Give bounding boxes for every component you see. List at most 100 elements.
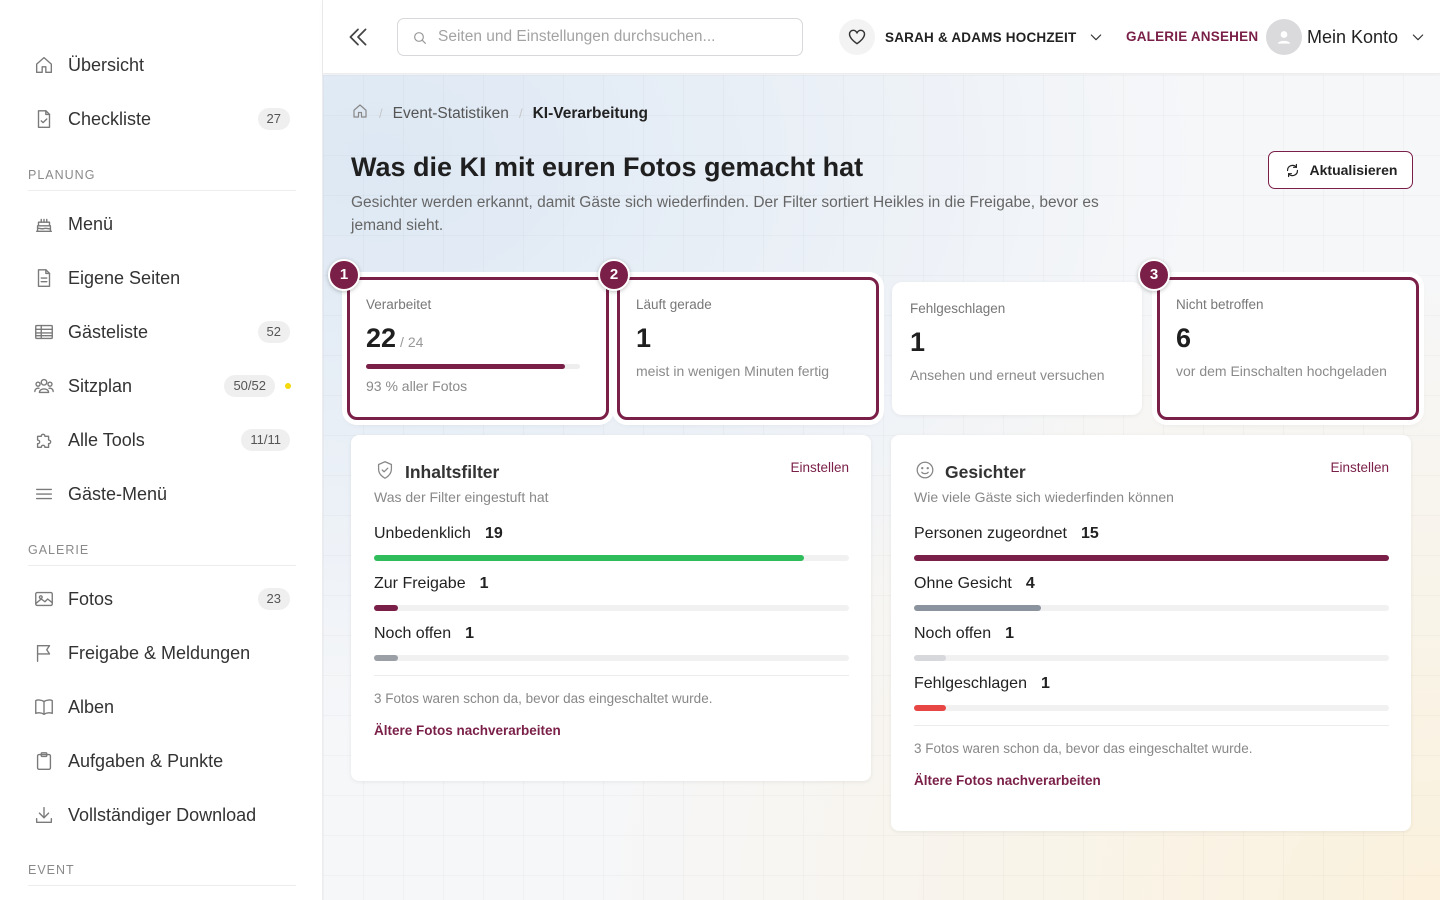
sidebar-item-freigabe-meldungen[interactable]: Freigabe & Meldungen xyxy=(0,633,322,673)
divider xyxy=(914,725,1389,726)
stat-label: Verarbeitet xyxy=(366,297,432,312)
panel-faces: Gesichter Wie viele Gäste sich wiederfind… xyxy=(891,435,1411,831)
panel-note: 3 Fotos waren schon da, bevor das einges… xyxy=(914,741,1253,756)
divider xyxy=(28,190,296,191)
breakdown-row: Noch offen 1 xyxy=(914,625,1389,661)
row-label: Zur Freigabe xyxy=(374,575,466,592)
collapse-sidebar-button[interactable] xyxy=(345,24,371,50)
sidebar-item-vollstandiger-download[interactable]: Vollständiger Download xyxy=(0,795,322,835)
menu-lines-icon xyxy=(33,483,55,505)
sidebar-item-gasteliste[interactable]: Gästeliste 52 xyxy=(0,312,322,352)
stat-card-verarbeitet: Verarbeitet 22/ 24 93 % aller Fotos xyxy=(347,277,609,420)
sidebar-item-label: Menü xyxy=(68,214,114,234)
search-input[interactable] xyxy=(438,27,788,47)
table-icon xyxy=(33,321,55,343)
chevron-down-icon xyxy=(1091,34,1102,41)
image-icon xyxy=(33,588,55,610)
event-switcher[interactable]: SARAH & ADAMS HOCHZEIT xyxy=(839,18,1104,56)
sidebar-item-eigene-seiten[interactable]: Eigene Seiten xyxy=(0,258,322,298)
sidebar-item-fotos[interactable]: Fotos 23 xyxy=(0,579,322,619)
row-bar-fill xyxy=(914,605,1041,611)
progress-bar xyxy=(366,364,580,369)
panel-subtitle: Was der Filter eingestuft hat xyxy=(374,489,549,505)
count-badge: 52 xyxy=(257,321,290,343)
sidebar-item-ubersicht[interactable]: Übersicht xyxy=(0,45,322,85)
row-label: Noch offen xyxy=(914,625,992,642)
sidebar-item-sitzplan[interactable]: Sitzplan 50/52 xyxy=(0,366,322,406)
sidebar-item-alle-tools[interactable]: Alle Tools 11/11 xyxy=(0,420,322,460)
stat-hint: Ansehen und erneut versuchen xyxy=(910,367,1105,383)
view-gallery-link[interactable]: GALERIE ANSEHEN xyxy=(1126,29,1258,44)
sidebar-item-label: Freigabe & Meldungen xyxy=(68,643,251,663)
configure-link[interactable]: Einstellen xyxy=(1330,460,1389,475)
page-icon xyxy=(33,267,55,289)
stat-card-lauft-gerade: Läuft gerade 1 meist in wenigen Minuten fe… xyxy=(617,277,879,420)
people-icon xyxy=(33,375,55,397)
user-icon xyxy=(1277,31,1291,44)
configure-link[interactable]: Einstellen xyxy=(790,460,849,475)
panel-content-filter: Inhaltsfilter Was der Filter eingestuft h… xyxy=(351,435,871,781)
sidebar-item-label: Alben xyxy=(68,697,115,717)
breadcrumb-separator: / xyxy=(518,106,523,121)
stat-label: Fehlgeschlagen xyxy=(910,301,1006,316)
page-subtitle: Gesichter werden erkannt, damit Gäste si… xyxy=(351,194,1099,234)
row-count: 1 xyxy=(1005,625,1014,642)
sidebar-item-label: Fotos xyxy=(68,589,114,609)
checklist-icon xyxy=(33,108,55,130)
sidebar-item-aufgaben-punkte[interactable]: Aufgaben & Punkte xyxy=(0,741,322,781)
row-bar-fill xyxy=(374,605,398,611)
sidebar-item-menu[interactable]: Menü xyxy=(0,204,322,244)
breadcrumb-item[interactable]: Event-Statistiken xyxy=(393,105,509,123)
stat-value: 22/ 24 xyxy=(366,323,423,354)
panel-header: Gesichter xyxy=(914,459,1026,486)
stat-hint: vor dem Einschalten hochgeladen xyxy=(1176,363,1387,379)
stat-hint: meist in wenigen Minuten fertig xyxy=(636,363,829,379)
row-count: 4 xyxy=(1025,575,1035,592)
shield-check-icon xyxy=(374,459,405,486)
panel-subtitle: Wie viele Gäste sich wiederfinden können xyxy=(914,489,1174,505)
reprocess-older-photos-link[interactable]: Ältere Fotos nachverarbeiten xyxy=(374,723,561,738)
account-menu[interactable]: Mein Konto xyxy=(1266,18,1426,56)
stat-value: 1 xyxy=(636,323,651,354)
sidebar-item-checkliste[interactable]: Checkliste 27 xyxy=(0,99,322,139)
row-count: 1 xyxy=(1040,675,1050,692)
row-bar xyxy=(914,605,1389,611)
sidebar-item-label: Aufgaben & Punkte xyxy=(68,751,224,771)
count-badge: 23 xyxy=(257,588,290,610)
stat-value: 1 xyxy=(910,327,925,358)
stat-label: Läuft gerade xyxy=(636,297,712,312)
event-name: SARAH & ADAMS HOCHZEIT xyxy=(885,29,1077,45)
breakdown-row: Personen zugeordnet 15 xyxy=(914,525,1389,561)
stat-total: / 24 xyxy=(400,334,424,350)
count-badge: 27 xyxy=(257,108,290,130)
row-bar-fill xyxy=(914,555,1389,561)
search-icon xyxy=(414,32,426,44)
chevron-down-icon xyxy=(1412,34,1424,41)
double-chevron-left-icon xyxy=(349,28,367,46)
refresh-icon xyxy=(1286,163,1298,177)
row-bar-fill xyxy=(914,655,946,661)
avatar xyxy=(1266,19,1302,55)
stat-hint: 93 % aller Fotos xyxy=(366,378,468,394)
sidebar-item-gaste-menu[interactable]: Gäste-Menü xyxy=(0,474,322,514)
stat-card-fehlgeschlagen: Fehlgeschlagen 1 Ansehen und erneut versuc… xyxy=(892,282,1142,415)
row-label: Noch offen xyxy=(374,625,452,642)
home-icon[interactable] xyxy=(351,102,369,125)
breadcrumb-current: KI-Verarbeitung xyxy=(532,104,648,122)
row-bar xyxy=(374,655,849,661)
breakdown-row: Ohne Gesicht 4 xyxy=(914,575,1389,611)
status-dot xyxy=(285,383,291,389)
refresh-button[interactable]: Aktualisieren xyxy=(1268,151,1413,189)
sidebar-item-label: Alle Tools xyxy=(68,430,145,450)
stat-number: 6 xyxy=(1176,323,1192,353)
page-title: Was die KI mit euren Fotos gemacht hat xyxy=(351,152,864,182)
reprocess-older-photos-link[interactable]: Ältere Fotos nachverarbeiten xyxy=(914,773,1101,788)
sidebar-item-alben[interactable]: Alben xyxy=(0,687,322,727)
row-bar xyxy=(374,605,849,611)
row-bar xyxy=(914,705,1389,711)
smiley-icon xyxy=(914,459,945,486)
sidebar-section-title: PLANUNG xyxy=(28,168,96,182)
row-count: 1 xyxy=(479,575,489,592)
stat-number: 22 xyxy=(366,323,397,353)
row-bar xyxy=(914,655,1389,661)
